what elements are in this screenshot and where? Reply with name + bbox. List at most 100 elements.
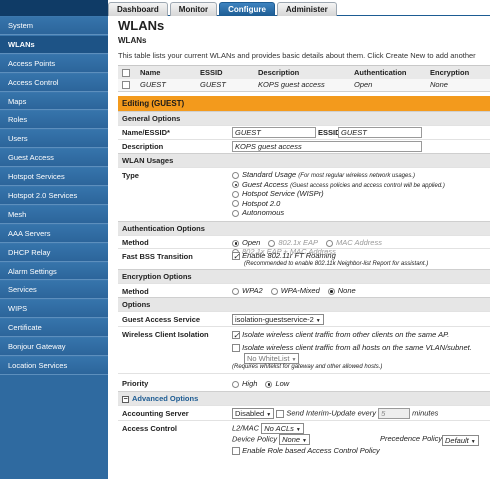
options-section: Options	[118, 297, 490, 311]
enc-method-options: WPA2 WPA-Mixed None	[232, 286, 364, 295]
essid-input[interactable]: GUEST	[338, 127, 422, 138]
cell-essid: GUEST	[196, 78, 254, 92]
radio-button[interactable]	[232, 171, 239, 179]
type-options: Standard Usage (For most regular wireles…	[232, 170, 445, 218]
encryption-options-section: Encryption Options	[118, 269, 490, 283]
tab-configure[interactable]: Configure	[219, 2, 275, 16]
radio-button[interactable]	[270, 287, 278, 295]
enc-method-wpa2[interactable]: WPA2	[232, 286, 263, 295]
precedence-select[interactable]: Default ▼	[442, 435, 479, 446]
auth-method-open[interactable]: Open	[232, 238, 260, 247]
auth-method-label: MAC Address	[335, 238, 382, 247]
description-input[interactable]: KOPS guest access	[232, 141, 422, 152]
advanced-options-header[interactable]: − Advanced Options	[118, 391, 490, 405]
priority-options: High Low	[232, 379, 297, 388]
isolation-vlan-checkbox[interactable]	[232, 343, 240, 352]
collapse-icon[interactable]: −	[122, 395, 129, 403]
radio-button[interactable]	[232, 380, 239, 388]
radio-button[interactable]	[265, 380, 273, 388]
name-input[interactable]: GUEST	[232, 127, 316, 138]
sidebar-item-location-services[interactable]: Location Services	[0, 356, 108, 375]
usage-option-label: Guest Access	[242, 179, 288, 189]
chevron-down-icon: ▼	[315, 318, 321, 324]
l2mac-select[interactable]: No ACLs ▼	[261, 423, 304, 434]
chevron-down-icon: ▼	[470, 439, 476, 445]
tab-monitor[interactable]: Monitor	[169, 2, 218, 16]
accounting-select[interactable]: Disabled ▼	[232, 408, 275, 419]
sidebar-item-hotspot-services[interactable]: Hotspot Services	[0, 167, 108, 187]
radio-button[interactable]	[232, 239, 239, 247]
enc-method-none[interactable]: None	[327, 286, 356, 295]
usage-option-hotspot-2-0[interactable]: Hotspot 2.0	[232, 199, 445, 209]
sidebar: System WLANs Access Points Access Control Ma…	[0, 16, 108, 479]
role-acl-checkbox[interactable]	[232, 447, 240, 456]
usage-option-label: Hotspot Service (WISPr)	[242, 189, 324, 198]
sidebar-item-certificate[interactable]: Certificate	[0, 318, 108, 338]
usage-option-guest-access[interactable]: Guest Access (Guest access policies and …	[232, 180, 445, 190]
page-title: WLANs	[118, 18, 165, 33]
access-control-label: Access Control	[122, 424, 178, 433]
select-all-checkbox[interactable]	[122, 68, 130, 77]
radio-button[interactable]	[232, 287, 239, 295]
interim-checkbox[interactable]	[276, 409, 285, 418]
priority-low[interactable]: Low	[265, 379, 289, 388]
sidebar-item-hotspot-2-0-services[interactable]: Hotspot 2.0 Services	[0, 186, 108, 205]
row-checkbox[interactable]	[122, 81, 130, 90]
row-select-cell[interactable]	[118, 78, 136, 92]
table-row[interactable]: GUEST GUEST KOPS guest access Open None	[118, 78, 490, 92]
authentication-options-section: Authentication Options	[118, 221, 490, 235]
priority-high[interactable]: High	[232, 379, 257, 388]
device-policy-select[interactable]: None ▼	[279, 434, 310, 445]
tab-dashboard[interactable]: Dashboard	[108, 2, 168, 16]
main-content: WLANs WLANs This table lists your curren…	[118, 16, 490, 479]
enc-method-label: None	[337, 286, 356, 295]
radio-button[interactable]	[327, 287, 335, 295]
usage-option-label: Standard Usage	[242, 170, 297, 179]
auth-method-mac-address: MAC Address	[325, 238, 382, 247]
sidebar-item-roles[interactable]: Roles	[0, 110, 108, 130]
l2mac-value: No ACLs	[264, 424, 294, 433]
usage-option-standard-usage[interactable]: Standard Usage (For most regular wireles…	[232, 170, 445, 180]
sidebar-item-guest-access[interactable]: Guest Access	[0, 148, 108, 168]
priority-label: Priority	[122, 379, 149, 388]
sidebar-item-maps[interactable]: Maps	[0, 91, 108, 111]
chevron-down-icon: ▼	[266, 412, 272, 418]
enc-method-row: Method WPA2 WPA-Mixed None	[118, 283, 490, 297]
cell-description: KOPS guest access	[254, 78, 350, 92]
sidebar-item-mesh[interactable]: Mesh	[0, 204, 108, 224]
isolation-vlan-text: Isolate wireless client traffic from all…	[242, 342, 472, 352]
isolation-row: Wireless Client Isolation Isolate wirele…	[118, 326, 490, 373]
sidebar-item-bonjour-gateway[interactable]: Bonjour Gateway	[0, 337, 108, 357]
usage-option-note: (Guest access policies and access contro…	[290, 182, 445, 189]
priority-label: Low	[275, 379, 290, 388]
guest-service-select[interactable]: isolation-guestservice-2 ▼	[232, 314, 324, 325]
usage-option-hotspot-service-wispr[interactable]: Hotspot Service (WISPr)	[232, 189, 445, 199]
sidebar-item-alarm-settings[interactable]: Alarm Settings	[0, 261, 108, 281]
sidebar-item-access-points[interactable]: Access Points	[0, 53, 108, 73]
sidebar-item-wlans[interactable]: WLANs	[0, 34, 108, 54]
sidebar-item-access-control[interactable]: Access Control	[0, 72, 108, 92]
whitelist-select[interactable]: No WhiteList ▼	[244, 353, 300, 364]
radio-button[interactable]	[232, 181, 239, 189]
radio-button[interactable]	[232, 190, 239, 198]
editing-header: Editing (GUEST)	[118, 96, 490, 111]
select-all-cell[interactable]	[118, 65, 136, 79]
column-header: Authentication	[350, 65, 426, 79]
auth-method-label: Open	[242, 238, 261, 247]
usage-option-autonomous[interactable]: Autonomous	[232, 208, 445, 218]
radio-button[interactable]	[232, 209, 239, 217]
isolation-ap-checkbox[interactable]	[232, 331, 240, 340]
enc-method-wpa-mixed[interactable]: WPA-Mixed	[270, 286, 320, 295]
sidebar-item-users[interactable]: Users	[0, 129, 108, 149]
interim-input[interactable]: 5	[378, 408, 411, 419]
sidebar-item-dhcp-relay[interactable]: DHCP Relay	[0, 242, 108, 262]
tab-administer[interactable]: Administer	[276, 2, 337, 16]
fbt-checkbox[interactable]	[232, 252, 240, 261]
sidebar-item-wips[interactable]: WIPS	[0, 299, 108, 319]
section-title: WLANs	[118, 36, 147, 45]
radio-button[interactable]	[232, 200, 239, 208]
sidebar-item-aaa-servers[interactable]: AAA Servers	[0, 223, 108, 243]
sidebar-item-services[interactable]: Services	[0, 280, 108, 300]
sidebar-item-system[interactable]: System	[0, 16, 108, 35]
chevron-down-icon: ▼	[295, 427, 301, 433]
